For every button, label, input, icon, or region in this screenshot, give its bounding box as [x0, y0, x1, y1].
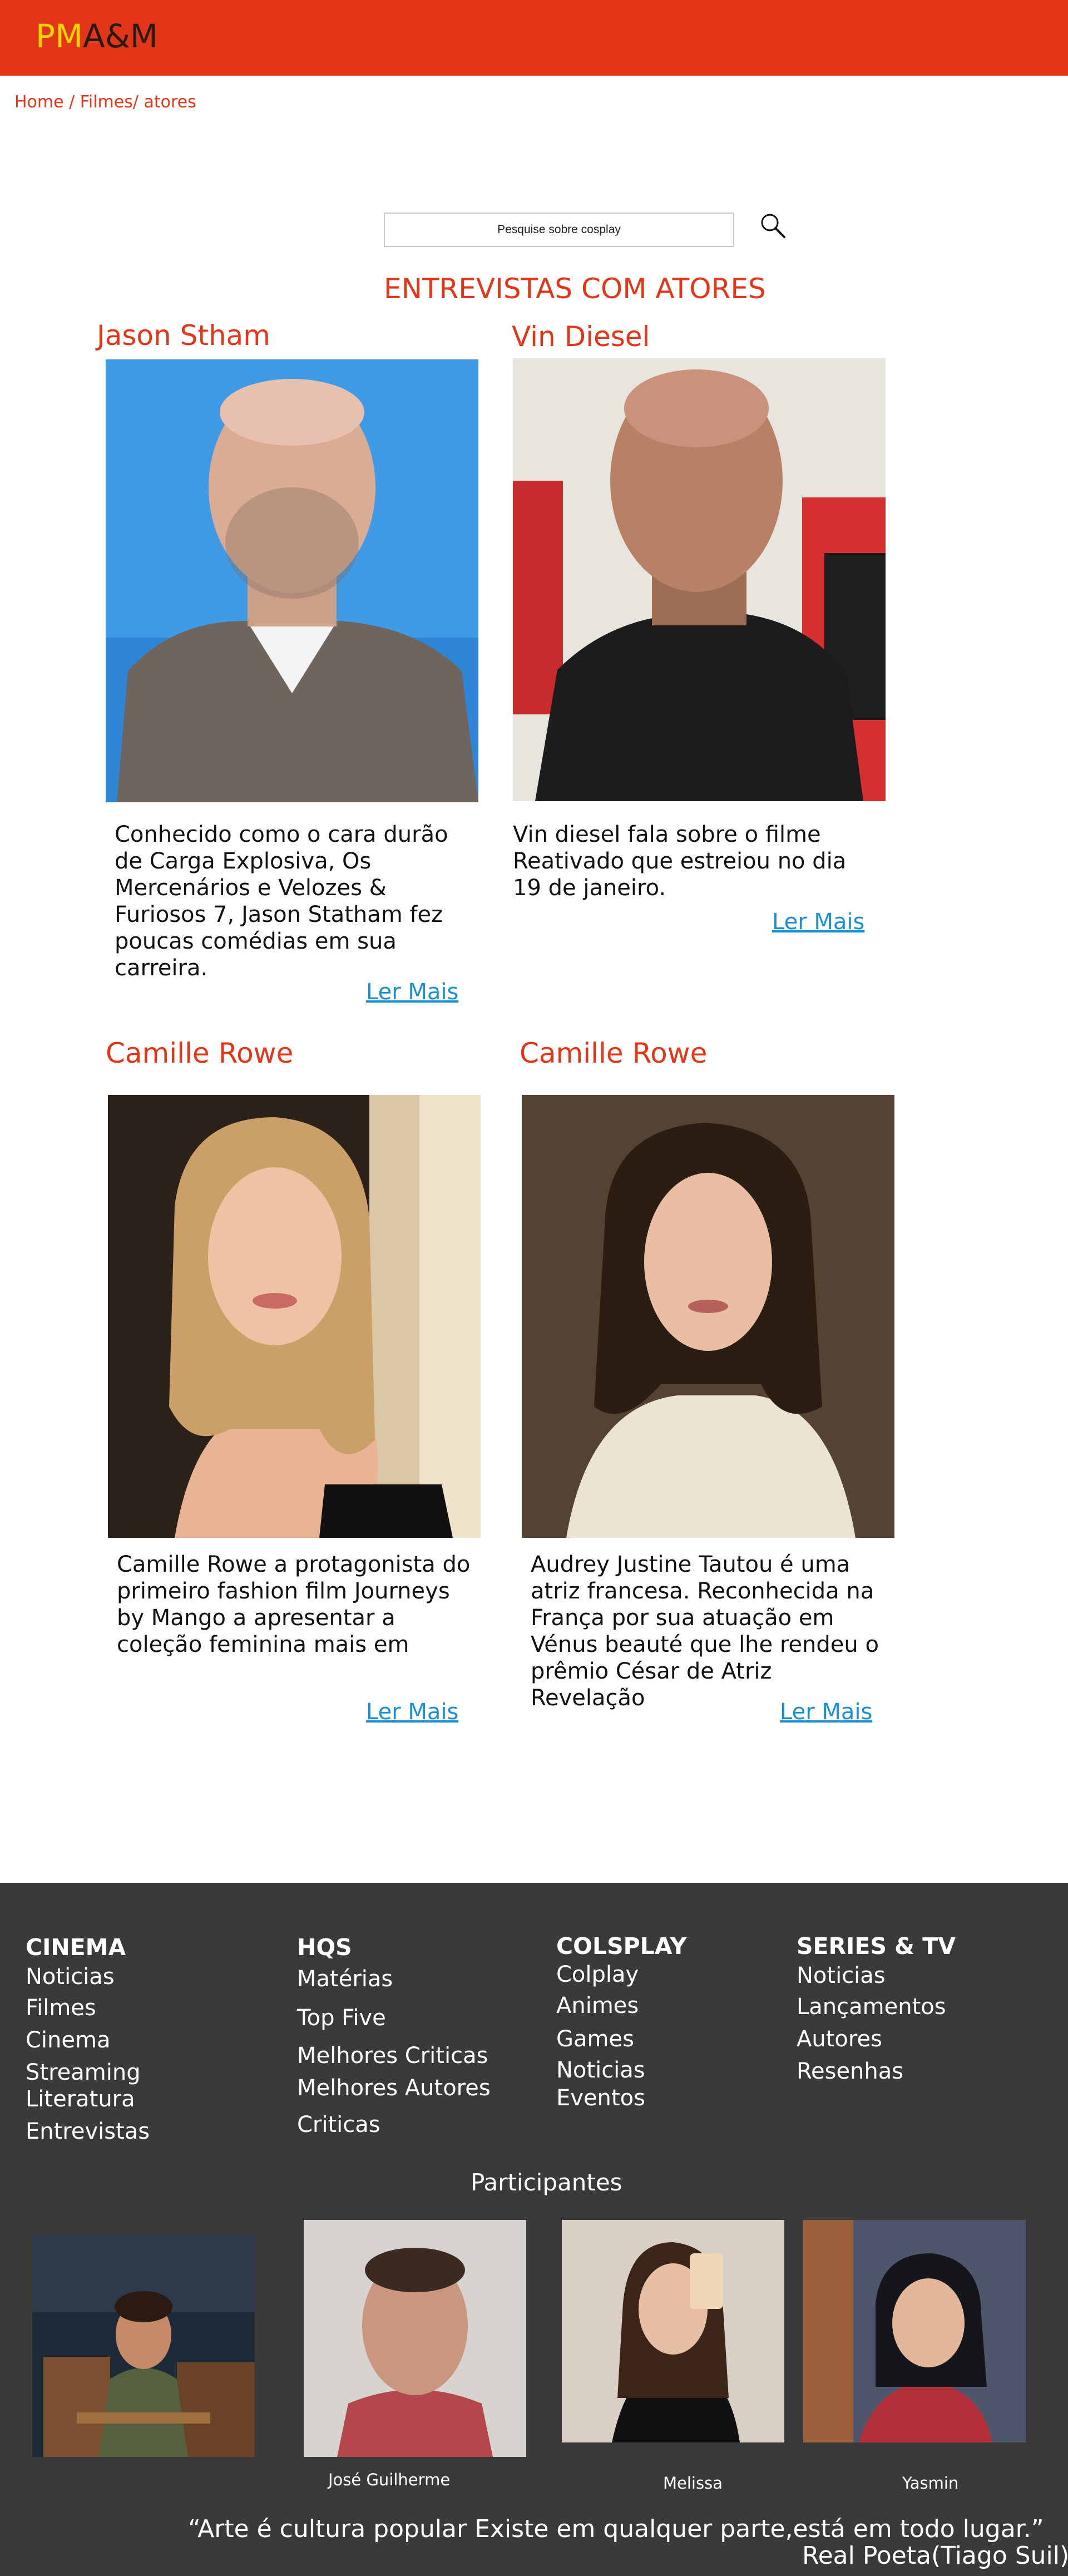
- participant-name: Melissa: [663, 2474, 723, 2493]
- footer-link[interactable]: Noticias: [556, 2057, 645, 2083]
- breadcrumb-home[interactable]: Home: [14, 92, 64, 112]
- footer-link[interactable]: Eventos: [556, 2085, 645, 2111]
- breadcrumb-atores[interactable]: atores: [144, 92, 196, 112]
- read-more-link[interactable]: Ler Mais: [772, 909, 864, 935]
- footer-heading-colsplay: COLSPLAY: [556, 1933, 687, 1960]
- footer-link[interactable]: Noticias: [797, 1963, 886, 1988]
- footer-heading-series-tv: SERIES & TV: [797, 1933, 956, 1960]
- actor-name: Jason Stham: [97, 319, 270, 352]
- participant-photo: [803, 2220, 1026, 2442]
- footer-link[interactable]: Top Five: [297, 2005, 386, 2031]
- footer-link[interactable]: Melhores Criticas: [297, 2043, 488, 2069]
- footer-link[interactable]: Cinema: [26, 2027, 110, 2053]
- actor-photo[interactable]: [106, 359, 478, 802]
- top-header-bar: PMA&M: [0, 0, 1068, 76]
- read-more-link[interactable]: Ler Mais: [780, 1699, 872, 1725]
- actor-description: Camille Rowe a protagonista do primeiro …: [117, 1552, 471, 1657]
- footer-link[interactable]: Games: [556, 2026, 634, 2052]
- read-more-link[interactable]: Ler Mais: [366, 979, 458, 1005]
- footer-heading-hqs: HQS: [297, 1934, 352, 1961]
- footer-link[interactable]: Literatura: [26, 2086, 135, 2112]
- footer-link[interactable]: Criticas: [297, 2112, 380, 2138]
- breadcrumb: Home / Filmes/ atores: [14, 92, 196, 112]
- read-more-link[interactable]: Ler Mais: [366, 1699, 458, 1725]
- actor-photo[interactable]: [513, 358, 886, 801]
- breadcrumb-separator: /: [132, 92, 144, 112]
- actor-photo[interactable]: [522, 1095, 894, 1538]
- logo-pm: PM: [36, 17, 83, 55]
- footer-link[interactable]: Filmes: [26, 1995, 96, 2021]
- footer-link[interactable]: Colplay: [556, 1962, 639, 1987]
- participant-photo: [304, 2220, 526, 2457]
- footer-heading-cinema: CINEMA: [26, 1934, 126, 1961]
- footer-quote: “Arte é cultura popular Existe em qualqu…: [188, 2515, 1044, 2543]
- breadcrumb-separator: /: [63, 92, 80, 112]
- actor-name: Camille Rowe: [520, 1037, 708, 1069]
- logo-am: A&M: [83, 17, 158, 55]
- participants-title: Participantes: [471, 2169, 622, 2196]
- participant-photo: [562, 2220, 784, 2442]
- participant-name: Yasmin: [902, 2474, 959, 2493]
- section-title: ENTREVISTAS COM ATORES: [384, 273, 766, 305]
- footer-link[interactable]: Streaming: [26, 2060, 141, 2085]
- participant-photo: [32, 2234, 255, 2457]
- footer-link[interactable]: Autores: [797, 2026, 882, 2052]
- site-logo[interactable]: PMA&M: [36, 17, 158, 56]
- actor-photo[interactable]: [108, 1095, 481, 1538]
- search-input[interactable]: Pesquise sobre cosplay: [384, 213, 734, 247]
- footer-link[interactable]: Melhores Autores: [297, 2075, 491, 2101]
- footer-quote-author: Real Poeta(Tiago Suil): [802, 2542, 1068, 2570]
- actor-description: Conhecido como o cara durão de Carga Exp…: [115, 822, 448, 981]
- actor-description: Audrey Justine Tautou é uma atriz france…: [531, 1552, 879, 1711]
- actor-name: Vin Diesel: [512, 320, 650, 353]
- breadcrumb-filmes[interactable]: Filmes: [80, 92, 133, 112]
- footer-link[interactable]: Animes: [556, 1993, 639, 2019]
- footer-link[interactable]: Resenhas: [797, 2059, 903, 2084]
- actor-name: Camille Rowe: [106, 1037, 294, 1069]
- footer-link[interactable]: Lançamentos: [797, 1994, 946, 2020]
- footer-link[interactable]: Matérias: [297, 1966, 393, 1992]
- actor-description: Vin diesel fala sobre o filme Reativado …: [513, 822, 847, 901]
- participant-name: José Guilherme: [328, 2470, 451, 2489]
- search-icon[interactable]: [759, 211, 788, 240]
- footer-link[interactable]: Noticias: [26, 1964, 115, 1990]
- footer-link[interactable]: Entrevistas: [26, 2119, 150, 2144]
